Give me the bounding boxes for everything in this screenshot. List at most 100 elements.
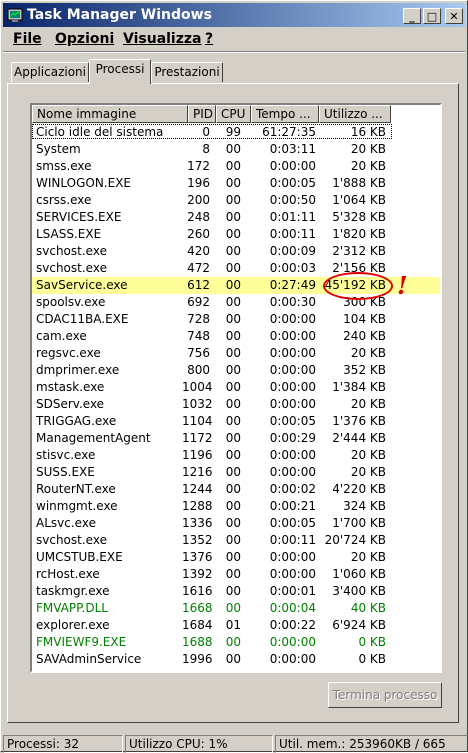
table-row[interactable]: SERVICES.EXE 248 00 0:01:11 5'328 KB (32, 209, 440, 226)
table-row[interactable]: explorer.exe 1684 01 0:00:22 6'924 KB (32, 617, 440, 634)
table-row[interactable]: rcHost.exe 1392 00 0:00:00 1'060 KB (32, 566, 440, 583)
cell-pid: 612 (187, 278, 210, 292)
table-row[interactable]: mstask.exe 1004 00 0:00:00 1'384 KB (32, 379, 440, 396)
cell-mem: 1'384 KB (332, 380, 386, 394)
table-row[interactable]: svchost.exe 420 00 0:00:09 2'312 KB (32, 243, 440, 260)
table-row[interactable]: taskmgr.exe 1616 00 0:00:01 3'400 KB (32, 583, 440, 600)
column-header-memory[interactable]: Utilizzo ... (319, 105, 391, 123)
column-header-name[interactable]: Nome immagine (32, 105, 188, 123)
table-row[interactable]: SAVAdminService 1996 00 0:00:00 0 KB (32, 651, 440, 668)
cell-mem: 4'220 KB (332, 482, 386, 496)
cell-pid: 692 (187, 295, 210, 309)
cell-pid: 1688 (182, 635, 213, 649)
table-row[interactable]: TRIGGAG.exe 1104 00 0:00:05 1'376 KB (32, 413, 440, 430)
cell-time: 0:00:00 (269, 567, 316, 581)
table-row[interactable]: dmprimer.exe 800 00 0:00:00 352 KB (32, 362, 440, 379)
cell-cpu: 00 (225, 431, 241, 445)
tab-applicazioni[interactable]: Applicazioni (11, 62, 89, 82)
table-row[interactable]: stisvc.exe 1196 00 0:00:00 20 KB (32, 447, 440, 464)
close-button[interactable]: ✕ (445, 8, 463, 24)
table-row[interactable]: FMVAPP.DLL 1668 00 0:00:04 40 KB (32, 600, 440, 617)
cell-mem: 2'444 KB (332, 431, 386, 445)
cell-cpu: 00 (225, 550, 241, 564)
table-row[interactable]: cam.exe 748 00 0:00:00 240 KB (32, 328, 440, 345)
table-row[interactable]: svchost.exe 1352 00 0:00:11 20'724 KB (32, 532, 440, 549)
cell-time: 0:00:21 (269, 499, 316, 513)
cell-name: WINLOGON.EXE (36, 176, 132, 190)
cell-mem: 0 KB (358, 652, 386, 666)
table-row[interactable]: SUSS.EXE 1216 00 0:00:00 20 KB (32, 464, 440, 481)
cell-mem: 20 KB (350, 465, 386, 479)
column-header-cpu[interactable]: CPU (216, 105, 251, 123)
table-row[interactable]: CDAC11BA.EXE 728 00 0:00:00 104 KB (32, 311, 440, 328)
column-header-time[interactable]: Tempo ... (251, 105, 319, 123)
menu-help[interactable]: ? (205, 31, 213, 47)
column-header-pid[interactable]: PID (188, 105, 216, 123)
end-process-button[interactable]: Termina processo (328, 682, 442, 708)
table-row[interactable]: winmgmt.exe 1288 00 0:00:21 324 KB (32, 498, 440, 515)
cell-time: 0:00:50 (269, 193, 316, 207)
cell-name: SDServ.exe (36, 397, 105, 411)
cell-pid: 800 (187, 363, 210, 377)
cell-pid: 1996 (182, 652, 213, 666)
cell-cpu: 00 (225, 448, 241, 462)
cell-pid: 1004 (182, 380, 213, 394)
cell-time: 0:00:05 (269, 176, 316, 190)
cell-pid: 1104 (182, 414, 213, 428)
menu-visualizza[interactable]: Visualizza (123, 31, 201, 47)
menu-opzioni[interactable]: Opzioni (55, 31, 114, 47)
minimize-button[interactable]: _ (403, 8, 421, 24)
process-rows: Ciclo idle del sistema 0 99 61:27:35 16 KB Sy… (32, 124, 440, 668)
table-row[interactable]: SDServ.exe 1032 00 0:00:00 20 KB (32, 396, 440, 413)
cell-pid: 1244 (182, 482, 213, 496)
cell-time: 0:00:09 (269, 244, 316, 258)
table-row[interactable]: WINLOGON.EXE 196 00 0:00:05 1'888 KB (32, 175, 440, 192)
table-row[interactable]: Ciclo idle del sistema 0 99 61:27:35 16 KB (32, 124, 440, 141)
table-row[interactable]: LSASS.EXE 260 00 0:00:11 1'820 KB (32, 226, 440, 243)
cell-cpu: 00 (225, 244, 241, 258)
cell-cpu: 00 (225, 363, 241, 377)
column-headers: Nome immagine PID CPU Tempo ... Utilizzo… (32, 105, 440, 123)
exclamation-mark: ! (397, 271, 408, 300)
table-row[interactable]: regsvc.exe 756 00 0:00:00 20 KB (32, 345, 440, 362)
title-bar[interactable]: Task Manager Windows _ □ ✕ (3, 3, 465, 27)
table-row[interactable]: FMVIEWF9.EXE 1688 00 0:00:00 0 KB (32, 634, 440, 651)
cell-pid: 200 (187, 193, 210, 207)
table-row[interactable]: ALsvc.exe 1336 00 0:00:05 1'700 KB (32, 515, 440, 532)
cell-cpu: 00 (225, 227, 241, 241)
cell-name: TRIGGAG.exe (36, 414, 117, 428)
table-row[interactable]: RouterNT.exe 1244 00 0:00:02 4'220 KB (32, 481, 440, 498)
table-row[interactable]: UMCSTUB.EXE 1376 00 0:00:00 20 KB (32, 549, 440, 566)
cell-pid: 196 (187, 176, 210, 190)
table-row[interactable]: smss.exe 172 00 0:00:00 20 KB (32, 158, 440, 175)
status-processes: Processi: 32 (3, 735, 123, 753)
tab-processi[interactable]: Processi (89, 59, 151, 84)
cell-mem: 240 KB (343, 329, 386, 343)
menu-file[interactable]: File (13, 31, 42, 47)
cell-name: cam.exe (36, 329, 87, 343)
maximize-button[interactable]: □ (423, 8, 441, 24)
cell-time: 0:00:11 (269, 533, 316, 547)
cell-mem: 1'376 KB (332, 414, 386, 428)
table-row[interactable]: System 8 00 0:03:11 20 KB (32, 141, 440, 158)
task-manager-icon (7, 8, 23, 22)
cell-time: 0:00:05 (269, 516, 316, 530)
cell-time: 0:00:00 (269, 159, 316, 173)
cell-mem: 20 KB (350, 142, 386, 156)
table-row[interactable]: ManagementAgent 1172 00 0:00:29 2'444 KB (32, 430, 440, 447)
cell-name: taskmgr.exe (36, 584, 110, 598)
process-list[interactable]: Nome immagine PID CPU Tempo ... Utilizzo… (30, 103, 442, 673)
table-row[interactable]: csrss.exe 200 00 0:00:50 1'064 KB (32, 192, 440, 209)
status-memory: Util. mem.: 253960KB / 665 (275, 735, 468, 753)
cell-pid: 1336 (182, 516, 213, 530)
cell-pid: 1616 (182, 584, 213, 598)
tab-prestazioni[interactable]: Prestazioni (151, 62, 223, 82)
cell-name: winmgmt.exe (36, 499, 118, 513)
cell-time: 0:27:49 (269, 278, 316, 292)
cell-name: Ciclo idle del sistema (36, 125, 164, 139)
cell-time: 0:00:00 (269, 312, 316, 326)
cell-time: 0:00:00 (269, 652, 316, 666)
cell-name: stisvc.exe (36, 448, 96, 462)
task-manager-window: Task Manager Windows _ □ ✕ File Opzioni … (0, 0, 468, 753)
cell-cpu: 00 (225, 346, 241, 360)
